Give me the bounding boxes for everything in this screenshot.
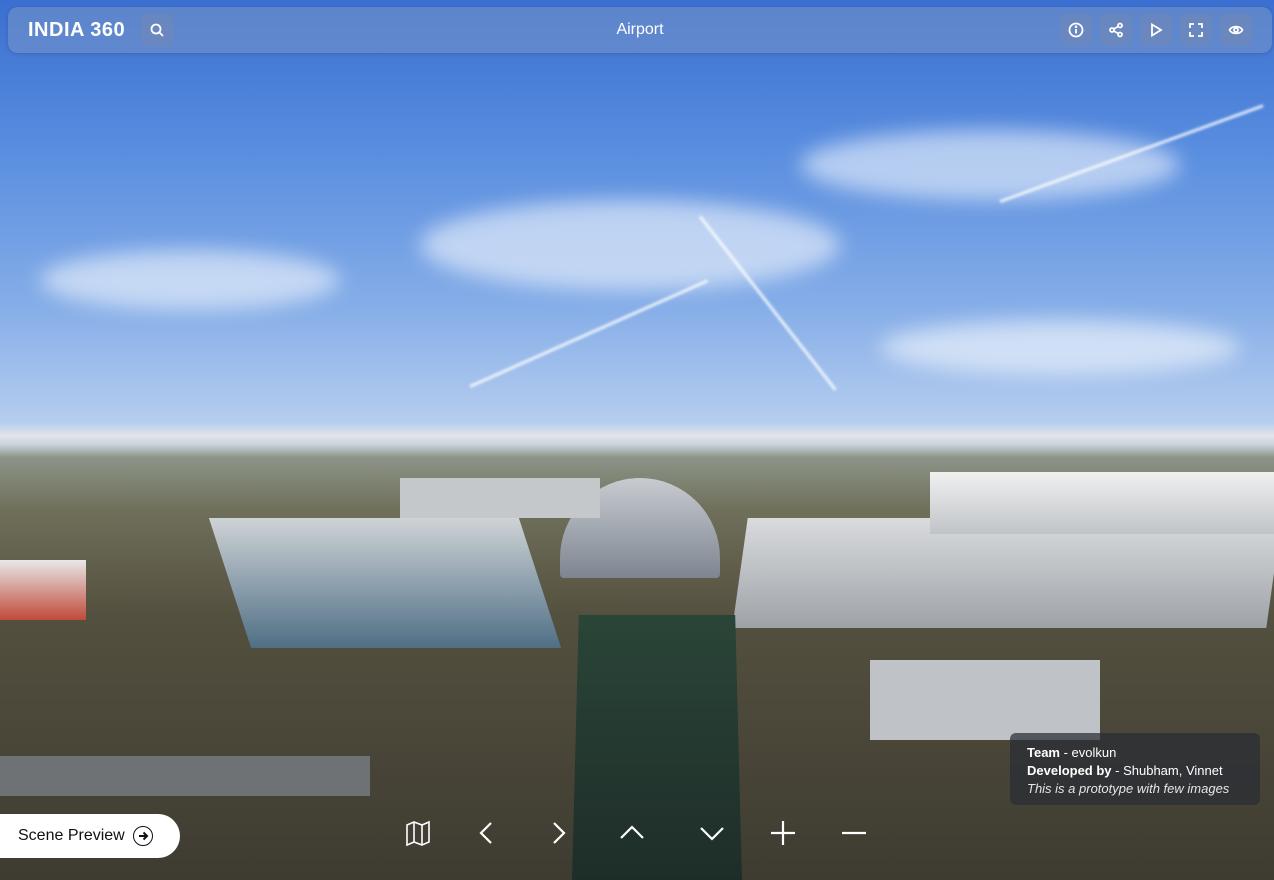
team-label: Team bbox=[1027, 745, 1060, 760]
view-button[interactable] bbox=[1220, 14, 1252, 46]
zoom-out-icon bbox=[842, 831, 866, 835]
cloud bbox=[880, 320, 1240, 375]
zoom-in-icon bbox=[771, 821, 795, 845]
zoom-out-button[interactable] bbox=[836, 815, 872, 851]
cc-building bbox=[208, 518, 562, 648]
scene-preview-button[interactable]: Scene Preview bbox=[0, 814, 180, 858]
red-building bbox=[0, 560, 86, 620]
fullscreen-button[interactable] bbox=[1180, 14, 1212, 46]
map-button[interactable] bbox=[400, 815, 436, 851]
arrow-right-icon bbox=[553, 822, 566, 844]
pan-up-button[interactable] bbox=[614, 815, 650, 851]
zoom-in-button[interactable] bbox=[765, 815, 801, 851]
team-line: Team - evolkun bbox=[1027, 744, 1260, 762]
info-button[interactable] bbox=[1060, 14, 1092, 46]
building-roof bbox=[870, 660, 1100, 740]
fullscreen-icon bbox=[1189, 23, 1203, 37]
share-icon bbox=[1109, 22, 1123, 38]
credits-panel: Team - evolkun Developed by - Shubham, V… bbox=[1010, 733, 1260, 805]
hall-roof bbox=[400, 478, 600, 518]
arrow-right-circle-icon bbox=[132, 826, 153, 846]
cloud bbox=[40, 250, 340, 310]
cloud bbox=[800, 130, 1180, 200]
scene-preview-label: Scene Preview bbox=[18, 827, 125, 844]
developer-value: - Shubham, Vinnet bbox=[1111, 763, 1223, 778]
arrow-up-icon bbox=[620, 825, 644, 839]
map-icon bbox=[406, 820, 430, 847]
road bbox=[0, 756, 370, 796]
developer-line: Developed by - Shubham, Vinnet bbox=[1027, 762, 1260, 780]
info-icon bbox=[1068, 22, 1084, 38]
prototype-note: This is a prototype with few images bbox=[1027, 781, 1230, 796]
cloud bbox=[420, 200, 840, 290]
share-button[interactable] bbox=[1100, 14, 1132, 46]
pan-left-button[interactable] bbox=[469, 815, 505, 851]
warehouse bbox=[930, 472, 1274, 534]
pan-right-button[interactable] bbox=[540, 815, 576, 851]
pan-down-button[interactable] bbox=[694, 815, 730, 851]
contrail bbox=[469, 279, 709, 388]
developer-label: Developed by bbox=[1027, 763, 1112, 778]
team-value: - evolkun bbox=[1060, 745, 1117, 760]
arrow-down-icon bbox=[700, 827, 724, 841]
play-button[interactable] bbox=[1140, 14, 1172, 46]
arrow-left-icon bbox=[479, 822, 492, 844]
eye-icon bbox=[1228, 25, 1244, 35]
play-icon bbox=[1151, 22, 1163, 38]
exhibition-hall-right bbox=[732, 518, 1274, 628]
top-bar: INDIA 360 Airport bbox=[8, 7, 1272, 53]
